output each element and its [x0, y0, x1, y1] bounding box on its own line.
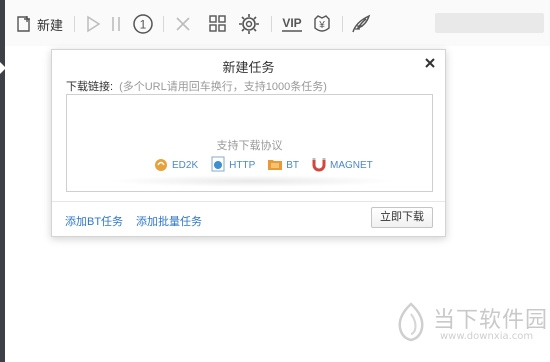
settings-button[interactable] — [238, 12, 260, 36]
close-button[interactable] — [423, 56, 437, 70]
speed-limit-digit: 1 — [140, 18, 147, 32]
pay-button[interactable]: ¥ — [311, 12, 333, 36]
protocol-list: ED2K HTTP BT MAGNET — [153, 156, 385, 175]
toolbar-separator — [271, 16, 272, 32]
download-now-button[interactable]: 立即下载 — [371, 207, 433, 228]
grid-icon — [208, 14, 228, 34]
delete-button[interactable] — [173, 12, 193, 36]
yuan-symbol: ¥ — [318, 20, 325, 31]
download-link-label: 下载链接: — [66, 81, 114, 93]
download-link-row: 下载链接: (多个URL请用回车换行，支持1000条任务) — [66, 78, 327, 94]
vip-button[interactable]: VIP — [280, 12, 304, 36]
new-task-icon — [15, 15, 33, 33]
protocol-glow — [107, 175, 397, 187]
new-task-button[interactable]: 新建 — [15, 12, 63, 36]
feather-icon — [350, 13, 372, 35]
protocol-name: MAGNET — [330, 160, 373, 171]
download-link-hint: (多个URL请用回车换行，支持1000条任务) — [119, 81, 327, 93]
bt-icon — [267, 156, 283, 175]
magnet-icon — [311, 156, 327, 175]
toolbar-separator — [342, 16, 343, 32]
vip-icon: VIP — [280, 14, 304, 34]
http-icon — [210, 156, 226, 175]
speed-limit-icon: 1 — [132, 13, 154, 35]
protocol-name: BT — [286, 160, 300, 171]
watermark-logo-icon — [394, 302, 428, 345]
yuan-icon: ¥ — [311, 13, 333, 35]
panel-notch — [0, 62, 6, 74]
start-button[interactable] — [85, 12, 101, 36]
left-panel-edge — [0, 0, 6, 362]
add-batch-task-link[interactable]: 添加批量任务 — [136, 213, 202, 229]
watermark-url: www.downxia.com — [440, 331, 534, 342]
protocol-ed2k: ED2K — [153, 156, 198, 175]
search-box[interactable] — [435, 13, 544, 33]
protocol-bt: BT — [267, 156, 299, 175]
new-task-label: 新建 — [37, 17, 64, 33]
ed2k-icon — [153, 156, 169, 175]
add-bt-task-link[interactable]: 添加BT任务 — [65, 213, 123, 229]
new-task-dialog: 新建任务 下载链接: (多个URL请用回车换行，支持1000条任务) 支持下载协议… — [51, 49, 446, 237]
protocol-magnet: MAGNET — [311, 156, 373, 175]
watermark-text: 当下软件园 — [433, 308, 549, 333]
skin-button[interactable] — [350, 12, 372, 36]
pause-icon — [110, 15, 122, 33]
protocol-http: HTTP — [210, 156, 255, 175]
settings-icon — [238, 13, 260, 35]
play-icon — [85, 15, 101, 33]
toolbar-separator — [74, 16, 75, 32]
dialog-divider — [52, 201, 445, 202]
close-icon — [423, 58, 437, 73]
pause-button[interactable] — [110, 12, 122, 36]
toolbar-separator — [163, 16, 164, 32]
protocol-name: HTTP — [229, 160, 256, 171]
toolbar: 新建 1 VIP ¥ — [5, 0, 550, 46]
category-button[interactable] — [208, 12, 228, 36]
protocol-name: ED2K — [172, 160, 199, 171]
watermark: 当下软件园 www.downxia.com — [394, 298, 547, 348]
url-input[interactable]: 支持下载协议 ED2K HTTP BT MAGNET — [66, 94, 433, 192]
supported-protocols-title: 支持下载协议 — [216, 140, 283, 152]
dialog-title: 新建任务 — [222, 60, 275, 75]
speed-limit-button[interactable]: 1 — [132, 12, 154, 36]
vip-text: VIP — [282, 16, 301, 30]
delete-icon — [173, 14, 193, 34]
